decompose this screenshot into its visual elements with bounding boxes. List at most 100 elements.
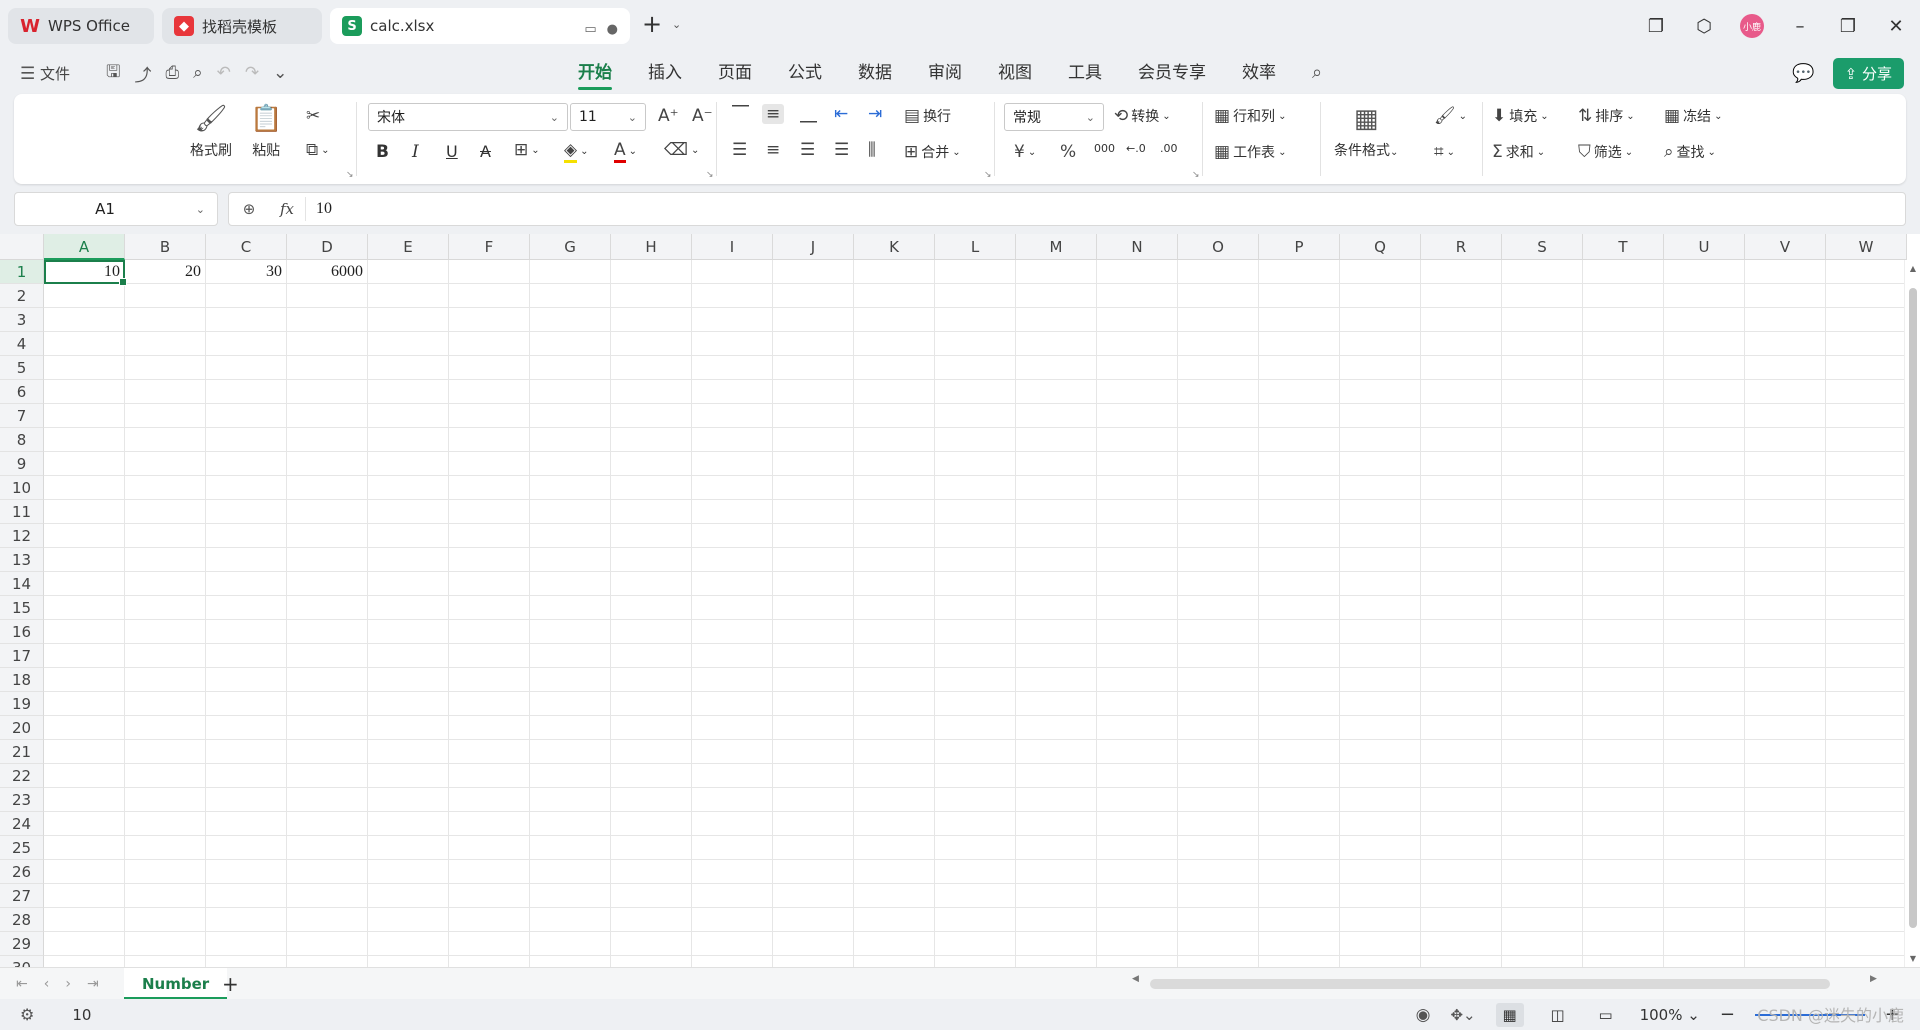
row-header-17[interactable]: 17 xyxy=(0,644,44,668)
row-header-24[interactable]: 24 xyxy=(0,812,44,836)
close-icon[interactable]: ✕ xyxy=(1872,16,1920,37)
file-menu[interactable]: ☰ 文件 xyxy=(20,63,70,84)
row-header-26[interactable]: 26 xyxy=(0,860,44,884)
increase-indent-icon[interactable]: ⇥ xyxy=(868,104,882,124)
package-icon[interactable]: ⬡ xyxy=(1680,16,1728,37)
tab-member[interactable]: 会员专享 xyxy=(1120,52,1224,94)
scroll-up-icon[interactable]: ▲ xyxy=(1905,264,1920,273)
column-header-q[interactable]: Q xyxy=(1340,234,1421,260)
bold-icon[interactable]: B xyxy=(376,142,389,162)
row-header-7[interactable]: 7 xyxy=(0,404,44,428)
scroll-right-icon[interactable]: ▶ xyxy=(1870,974,1877,984)
paste-button[interactable]: 📋 粘贴 xyxy=(250,104,282,160)
wrap-text-button[interactable]: ▤ 换行 xyxy=(904,106,951,126)
justify-icon[interactable]: ☰ xyxy=(834,140,849,160)
row-header-22[interactable]: 22 xyxy=(0,764,44,788)
scroll-thumb[interactable] xyxy=(1909,288,1917,928)
tab-efficiency[interactable]: 效率 xyxy=(1224,52,1294,94)
merge-button[interactable]: ⊞ 合并 ⌄ xyxy=(904,142,961,162)
save-icon[interactable]: 🖫 xyxy=(106,59,120,88)
row-header-5[interactable]: 5 xyxy=(0,356,44,380)
search-icon[interactable]: ⌕ xyxy=(1294,52,1340,94)
align-left-icon[interactable]: ☰ xyxy=(732,140,747,160)
formula-input[interactable]: 10 xyxy=(305,197,332,221)
row-header-15[interactable]: 15 xyxy=(0,596,44,620)
row-header-19[interactable]: 19 xyxy=(0,692,44,716)
fill-button[interactable]: ⬇ 填充 ⌄ xyxy=(1492,106,1549,126)
strikethrough-icon[interactable]: A xyxy=(480,142,491,161)
row-header-1[interactable]: 1 xyxy=(0,260,44,284)
increase-decimal-icon[interactable]: ←.0 xyxy=(1126,142,1146,155)
decrease-indent-icon[interactable]: ⇤ xyxy=(834,104,848,124)
restore-workspace-icon[interactable]: ❐ xyxy=(1632,16,1680,37)
row-header-11[interactable]: 11 xyxy=(0,500,44,524)
share-button[interactable]: ⇪ 分享 xyxy=(1832,57,1904,89)
row-header-27[interactable]: 27 xyxy=(0,884,44,908)
row-header-30[interactable]: 30 xyxy=(0,956,44,967)
eye-protection-icon[interactable]: ◉ xyxy=(1416,1005,1431,1025)
unsaved-dot-icon[interactable]: ● xyxy=(607,22,618,37)
font-launcher-icon[interactable]: ↘ xyxy=(706,170,714,180)
column-header-l[interactable]: L xyxy=(935,234,1016,260)
cell-area[interactable]: 10 20 30 6000 xyxy=(44,260,1904,967)
position-icon[interactable]: ✥⌄ xyxy=(1450,1006,1475,1024)
worksheet-button[interactable]: ▦ 工作表 ⌄ xyxy=(1214,142,1286,162)
alignment-launcher-icon[interactable]: ↘ xyxy=(984,170,992,180)
scroll-down-icon[interactable]: ▼ xyxy=(1905,954,1920,963)
cell-b1[interactable]: 20 xyxy=(125,260,206,284)
row-header-3[interactable]: 3 xyxy=(0,308,44,332)
column-header-o[interactable]: O xyxy=(1178,234,1259,260)
distribute-icon[interactable]: ⫼ xyxy=(868,140,876,160)
undo-icon[interactable]: ↶ xyxy=(217,63,231,83)
tab-calc-xlsx[interactable]: S calc.xlsx ▭ ● xyxy=(330,8,630,44)
tab-wps-office[interactable]: W WPS Office xyxy=(8,8,154,44)
conditional-format-button[interactable]: ▦ 条件格式⌄ xyxy=(1334,104,1398,160)
column-header-w[interactable]: W xyxy=(1826,234,1907,260)
tab-docer[interactable]: ◆ 找稻壳模板 xyxy=(162,8,322,44)
tab-tools[interactable]: 工具 xyxy=(1050,52,1120,94)
column-header-n[interactable]: N xyxy=(1097,234,1178,260)
row-header-9[interactable]: 9 xyxy=(0,452,44,476)
reading-view-icon[interactable]: ▭ xyxy=(1592,1003,1620,1027)
number-launcher-icon[interactable]: ↘ xyxy=(1192,170,1200,180)
row-header-4[interactable]: 4 xyxy=(0,332,44,356)
rows-cols-button[interactable]: ▦ 行和列 ⌄ xyxy=(1214,106,1286,126)
copy-button[interactable]: ⧉ ⌄ xyxy=(306,140,330,160)
avatar[interactable]: 小鹿 xyxy=(1740,14,1764,38)
currency-button[interactable]: ¥ ⌄ xyxy=(1014,142,1036,162)
zoom-out-icon[interactable]: − xyxy=(1720,1004,1735,1025)
find-button[interactable]: ⌕ 查找 ⌄ xyxy=(1664,142,1716,162)
print-preview-icon[interactable]: ⌕ xyxy=(193,63,203,83)
vertical-scrollbar[interactable]: ▲ ▼ xyxy=(1904,260,1920,967)
new-tab-plus-icon[interactable]: + xyxy=(642,10,662,38)
column-header-k[interactable]: K xyxy=(854,234,935,260)
column-header-p[interactable]: P xyxy=(1259,234,1340,260)
clipboard-launcher-icon[interactable]: ↘ xyxy=(346,170,354,180)
row-header-6[interactable]: 6 xyxy=(0,380,44,404)
page-break-view-icon[interactable]: ◫ xyxy=(1544,1003,1572,1027)
align-right-icon[interactable]: ☰ xyxy=(800,140,815,160)
cell-c1[interactable]: 30 xyxy=(206,260,287,284)
fill-color-button[interactable]: ◈ ⌄ xyxy=(564,140,588,163)
column-header-v[interactable]: V xyxy=(1745,234,1826,260)
italic-icon[interactable]: I xyxy=(412,142,419,162)
column-header-a[interactable]: A xyxy=(44,234,125,260)
tab-insert[interactable]: 插入 xyxy=(630,52,700,94)
column-header-h[interactable]: H xyxy=(611,234,692,260)
table-style-button[interactable]: ⌗ ⌄ xyxy=(1434,142,1455,162)
tab-page[interactable]: 页面 xyxy=(700,52,770,94)
tab-dropdown-chevron-icon[interactable]: ⌄ xyxy=(672,18,681,31)
redo-icon[interactable]: ↷ xyxy=(245,63,259,83)
column-header-i[interactable]: I xyxy=(692,234,773,260)
first-sheet-icon[interactable]: ⇤ xyxy=(16,976,28,992)
align-center-icon[interactable]: ≡ xyxy=(766,140,780,160)
clear-format-button[interactable]: ⌫ ⌄ xyxy=(664,140,699,160)
horizontal-scrollbar[interactable] xyxy=(1150,979,1830,989)
freeze-button[interactable]: ▦ 冻结 ⌄ xyxy=(1664,106,1722,126)
row-header-16[interactable]: 16 xyxy=(0,620,44,644)
tab-home[interactable]: 开始 xyxy=(560,52,630,94)
monitor-icon[interactable]: ▭ xyxy=(584,22,596,37)
cell-d1[interactable]: 6000 xyxy=(287,260,368,284)
font-name-select[interactable]: 宋体 ⌄ xyxy=(368,103,568,131)
column-header-j[interactable]: J xyxy=(773,234,854,260)
